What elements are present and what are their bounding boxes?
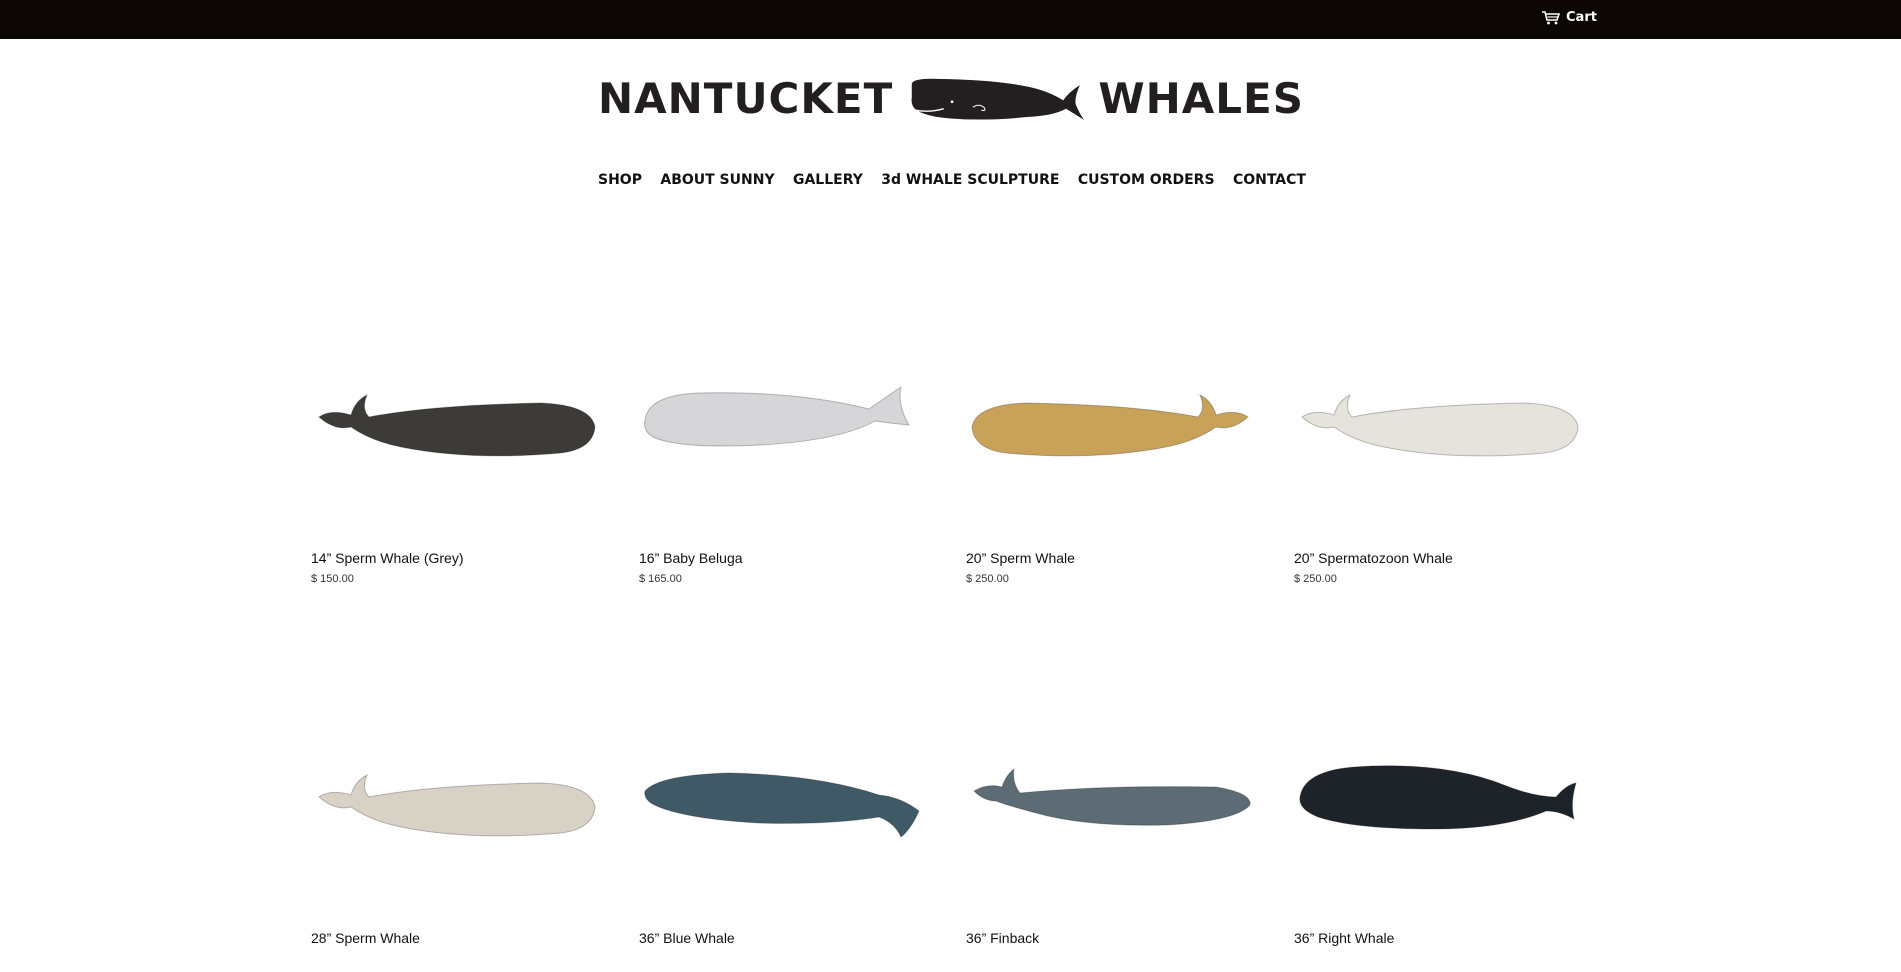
cart-label: Cart [1566,10,1597,25]
product-image[interactable] [1294,300,1584,540]
nav-contact[interactable]: CONTACT [1233,172,1306,188]
logo-left-word: NANTUCKET [598,74,894,123]
nav-gallery[interactable]: GALLERY [793,172,863,188]
product-price: $ 165.00 [639,573,682,585]
product-card[interactable]: 36” Blue Whale [639,680,929,946]
nav-custom-orders[interactable]: CUSTOM ORDERS [1078,172,1215,188]
product-card[interactable]: 36” Finback [966,680,1256,946]
cart-link[interactable]: Cart [1542,10,1597,25]
product-title[interactable]: 20” Sperm Whale [966,550,1256,566]
nav-about-sunny[interactable]: ABOUT SUNNY [660,172,774,188]
product-card[interactable]: 20” Sperm Whale $ 250.00 [966,300,1256,585]
cart-icon [1542,10,1560,25]
product-card[interactable]: 14” Sperm Whale (Grey) $ 150.00 [311,300,601,585]
product-title[interactable]: 36” Right Whale [1294,930,1584,946]
logo-right-word: WHALES [1098,74,1304,123]
product-card[interactable]: 36” Right Whale [1294,680,1584,946]
nav-3d-whale-sculpture[interactable]: 3d WHALE SCULPTURE [881,172,1059,188]
product-card[interactable]: 20” Spermatozoon Whale $ 250.00 [1294,300,1584,585]
product-title[interactable]: 36” Finback [966,930,1256,946]
product-title[interactable]: 28” Sperm Whale [311,930,601,946]
product-card[interactable]: 28” Sperm Whale [311,680,601,946]
product-image[interactable] [311,300,601,540]
product-title[interactable]: 20” Spermatozoon Whale [1294,550,1584,566]
product-image[interactable] [966,300,1256,540]
product-price: $ 150.00 [311,573,354,585]
product-image[interactable] [639,680,929,920]
product-image[interactable] [639,300,929,540]
product-image[interactable] [1294,680,1584,920]
product-title[interactable]: 14” Sperm Whale (Grey) [311,550,601,566]
product-price: $ 250.00 [1294,573,1337,585]
product-card[interactable]: 16” Baby Beluga $ 165.00 [639,300,929,585]
main-nav: SHOP ABOUT SUNNY GALLERY 3d WHALE SCULPT… [598,172,1306,188]
product-price: $ 250.00 [966,573,1009,585]
whale-logo-icon [911,78,1085,120]
top-bar: Cart [0,0,1901,39]
nav-shop[interactable]: SHOP [598,172,642,188]
product-title[interactable]: 16” Baby Beluga [639,550,929,566]
product-image[interactable] [311,680,601,920]
product-image[interactable] [966,680,1256,920]
product-title[interactable]: 36” Blue Whale [639,930,929,946]
site-logo[interactable]: NANTUCKET WHALES [598,64,1304,134]
